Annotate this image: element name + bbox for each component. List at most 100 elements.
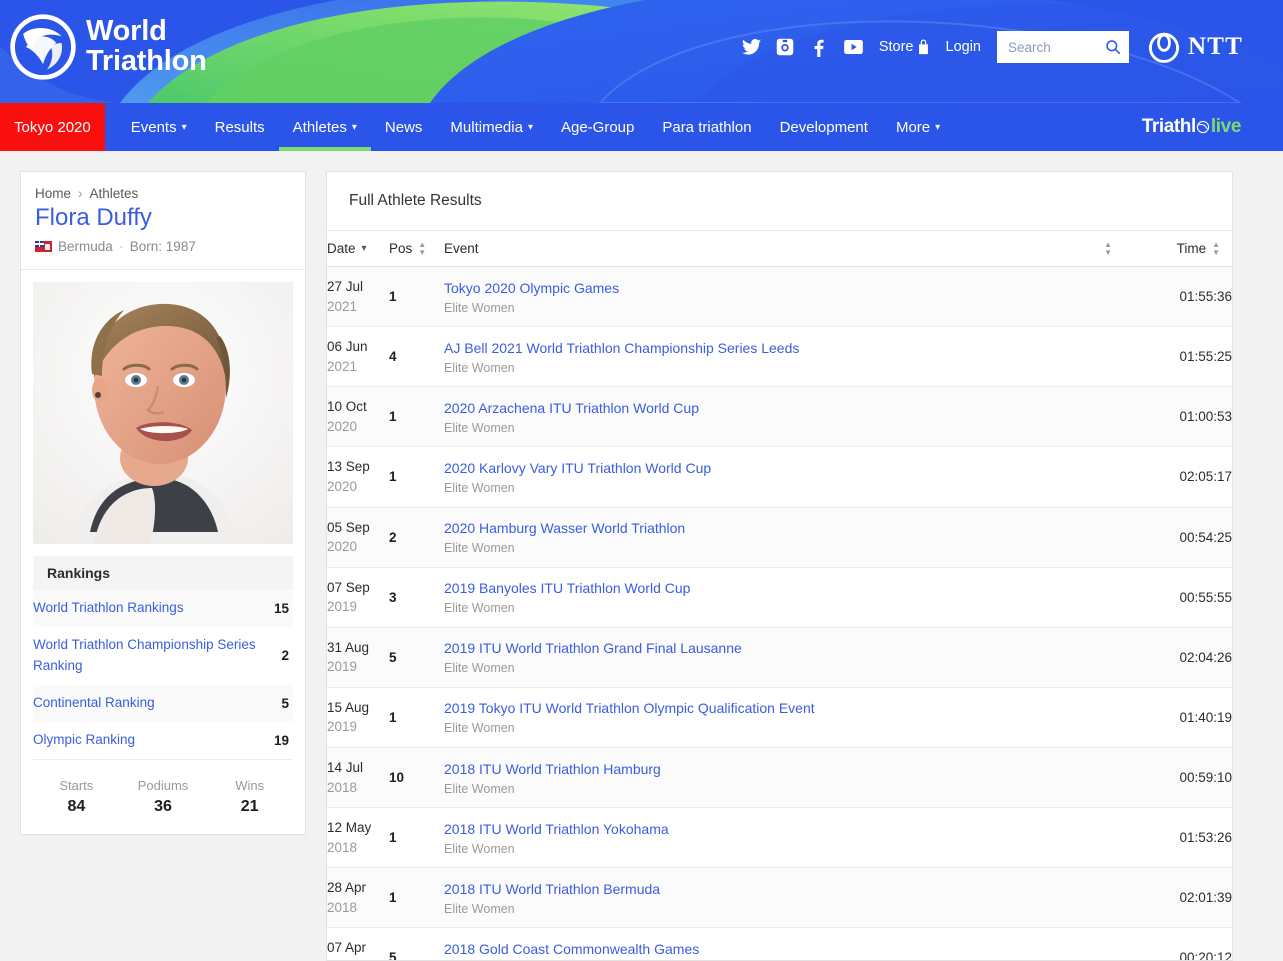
ranking-link[interactable]: World Triathlon Championship Series Rank… — [33, 635, 271, 677]
nav-item-tokyo-2020[interactable]: Tokyo 2020 — [0, 103, 105, 151]
triathlon-live-logo[interactable]: Triathl live — [1142, 116, 1241, 138]
event-link[interactable]: 2018 Gold Coast Commonwealth Games — [444, 940, 699, 959]
stat-label: Wins — [206, 778, 293, 793]
event-link[interactable]: 2018 ITU World Triathlon Yokohama — [444, 820, 669, 839]
event-link[interactable]: 2020 Hamburg Wasser World Triathlon — [444, 519, 685, 538]
results-panel-title: Full Athlete Results — [327, 172, 1232, 231]
table-row[interactable]: 10 Oct202012020 Arzachena ITU Triathlon … — [327, 387, 1232, 447]
table-row[interactable]: 13 Sep202012020 Karlovy Vary ITU Triathl… — [327, 447, 1232, 507]
ranking-link[interactable]: Continental Ranking — [33, 693, 155, 714]
ranking-link[interactable]: World Triathlon Rankings — [33, 598, 184, 619]
column-header-pos[interactable]: Pos ▲▼ — [389, 231, 444, 267]
column-header-event[interactable]: Event ▲▼ — [444, 231, 1124, 267]
cell-time: 01:40:19 — [1124, 687, 1232, 747]
site-logo[interactable]: World Triathlon — [10, 14, 207, 80]
cell-event: AJ Bell 2021 World Triathlon Championshi… — [444, 327, 1124, 387]
facebook-icon[interactable] — [810, 38, 829, 57]
youtube-icon[interactable] — [844, 38, 863, 57]
sort-desc-icon[interactable]: ▾ — [362, 243, 367, 254]
nav-item-results[interactable]: Results — [201, 103, 279, 151]
date-year: 2020 — [327, 537, 389, 557]
breadcrumb-home[interactable]: Home — [35, 186, 71, 201]
twitter-icon[interactable] — [742, 38, 761, 57]
table-row[interactable]: 07 Apr201852018 Gold Coast Commonwealth … — [327, 928, 1232, 961]
sort-toggle-icon[interactable]: ▲▼ — [1212, 241, 1220, 256]
header-utility-bar: Store Login NTT — [742, 30, 1283, 64]
athlete-photo — [33, 282, 293, 544]
event-link[interactable]: 2019 Banyoles ITU Triathlon World Cup — [444, 579, 690, 598]
table-row[interactable]: 06 Jun20214AJ Bell 2021 World Triathlon … — [327, 327, 1232, 387]
nav-item-more[interactable]: More▾ — [882, 103, 954, 151]
logo-line-1: World — [86, 17, 207, 47]
table-row[interactable]: 14 Jul2018102018 ITU World Triathlon Ham… — [327, 748, 1232, 808]
event-link[interactable]: 2019 ITU World Triathlon Grand Final Lau… — [444, 639, 742, 658]
event-link[interactable]: Tokyo 2020 Olympic Games — [444, 279, 619, 298]
event-link[interactable]: AJ Bell 2021 World Triathlon Championshi… — [444, 339, 799, 358]
stat-starts: Starts84 — [33, 778, 120, 816]
sort-toggle-icon[interactable]: ▲▼ — [418, 241, 426, 256]
table-row[interactable]: 07 Sep201932019 Banyoles ITU Triathlon W… — [327, 567, 1232, 627]
event-link[interactable]: 2020 Arzachena ITU Triathlon World Cup — [444, 399, 699, 418]
nav-item-news[interactable]: News — [371, 103, 437, 151]
column-label-event: Event — [444, 241, 479, 256]
store-link[interactable]: Store — [879, 39, 930, 55]
search-input[interactable] — [1008, 40, 1105, 55]
event-category: Elite Women — [444, 661, 1124, 675]
event-link[interactable]: 2020 Karlovy Vary ITU Triathlon World Cu… — [444, 459, 711, 478]
table-row[interactable]: 31 Aug201952019 ITU World Triathlon Gran… — [327, 627, 1232, 687]
nav-item-development[interactable]: Development — [766, 103, 882, 151]
search-box[interactable] — [997, 31, 1129, 63]
nav-item-multimedia[interactable]: Multimedia▾ — [436, 103, 547, 151]
event-category: Elite Women — [444, 361, 1124, 375]
store-label: Store — [879, 39, 914, 55]
results-header-row: Date ▾ Pos ▲▼ Event ▲▼ — [327, 231, 1232, 267]
nav-item-events[interactable]: Events▾ — [117, 103, 201, 151]
search-icon[interactable] — [1105, 39, 1121, 55]
meta-separator: · — [119, 238, 124, 255]
nav-item-label: Para triathlon — [662, 119, 751, 136]
cell-position: 3 — [389, 567, 444, 627]
instagram-icon[interactable] — [776, 38, 795, 57]
column-header-time[interactable]: Time ▲▼ — [1124, 231, 1232, 267]
cell-time: 02:04:26 — [1124, 627, 1232, 687]
stat-value: 21 — [206, 798, 293, 816]
table-row[interactable]: 15 Aug201912019 Tokyo ITU World Triathlo… — [327, 687, 1232, 747]
cell-date: 06 Jun2021 — [327, 327, 389, 387]
event-link[interactable]: 2018 ITU World Triathlon Bermuda — [444, 880, 660, 899]
cell-time: 00:54:25 — [1124, 507, 1232, 567]
column-header-date[interactable]: Date ▾ — [327, 231, 389, 267]
event-link[interactable]: 2018 ITU World Triathlon Hamburg — [444, 760, 661, 779]
page-title[interactable]: Flora Duffy — [21, 201, 305, 232]
table-row[interactable]: 12 May201812018 ITU World Triathlon Yoko… — [327, 808, 1232, 868]
date-day: 28 Apr — [327, 878, 389, 898]
nav-item-label: Age-Group — [561, 119, 634, 136]
table-row[interactable]: 28 Apr201812018 ITU World Triathlon Berm… — [327, 868, 1232, 928]
full-athlete-results-panel: Full Athlete Results Date ▾ Pos ▲▼ — [326, 171, 1233, 961]
ranking-link[interactable]: Olympic Ranking — [33, 730, 135, 751]
nav-item-label: News — [385, 119, 423, 136]
athlete-photo-wrap — [21, 270, 305, 556]
nav-item-para-triathlon[interactable]: Para triathlon — [648, 103, 765, 151]
table-row[interactable]: 27 Jul20211Tokyo 2020 Olympic GamesElite… — [327, 267, 1232, 327]
sort-toggle-icon[interactable]: ▲▼ — [1104, 241, 1112, 256]
breadcrumb-athletes[interactable]: Athletes — [90, 186, 139, 201]
event-link[interactable]: 2019 Tokyo ITU World Triathlon Olympic Q… — [444, 699, 815, 718]
athlete-born: Born: 1987 — [130, 239, 196, 254]
ntt-sponsor-logo[interactable]: NTT — [1147, 30, 1243, 64]
event-category: Elite Women — [444, 421, 1124, 435]
date-day: 14 Jul — [327, 758, 389, 778]
login-link[interactable]: Login — [946, 39, 981, 55]
column-label-date: Date — [327, 241, 356, 256]
event-category: Elite Women — [444, 902, 1124, 916]
nav-item-athletes[interactable]: Athletes▾ — [279, 103, 371, 151]
date-year: 2020 — [327, 417, 389, 437]
cell-position: 5 — [389, 928, 444, 961]
cell-time: 01:00:53 — [1124, 387, 1232, 447]
cell-time: 00:59:10 — [1124, 748, 1232, 808]
nav-item-age-group[interactable]: Age-Group — [547, 103, 648, 151]
cell-position: 5 — [389, 627, 444, 687]
ranking-value: 15 — [274, 601, 289, 616]
cell-time: 01:53:26 — [1124, 808, 1232, 868]
table-row[interactable]: 05 Sep202022020 Hamburg Wasser World Tri… — [327, 507, 1232, 567]
date-year: 2018 — [327, 778, 389, 798]
